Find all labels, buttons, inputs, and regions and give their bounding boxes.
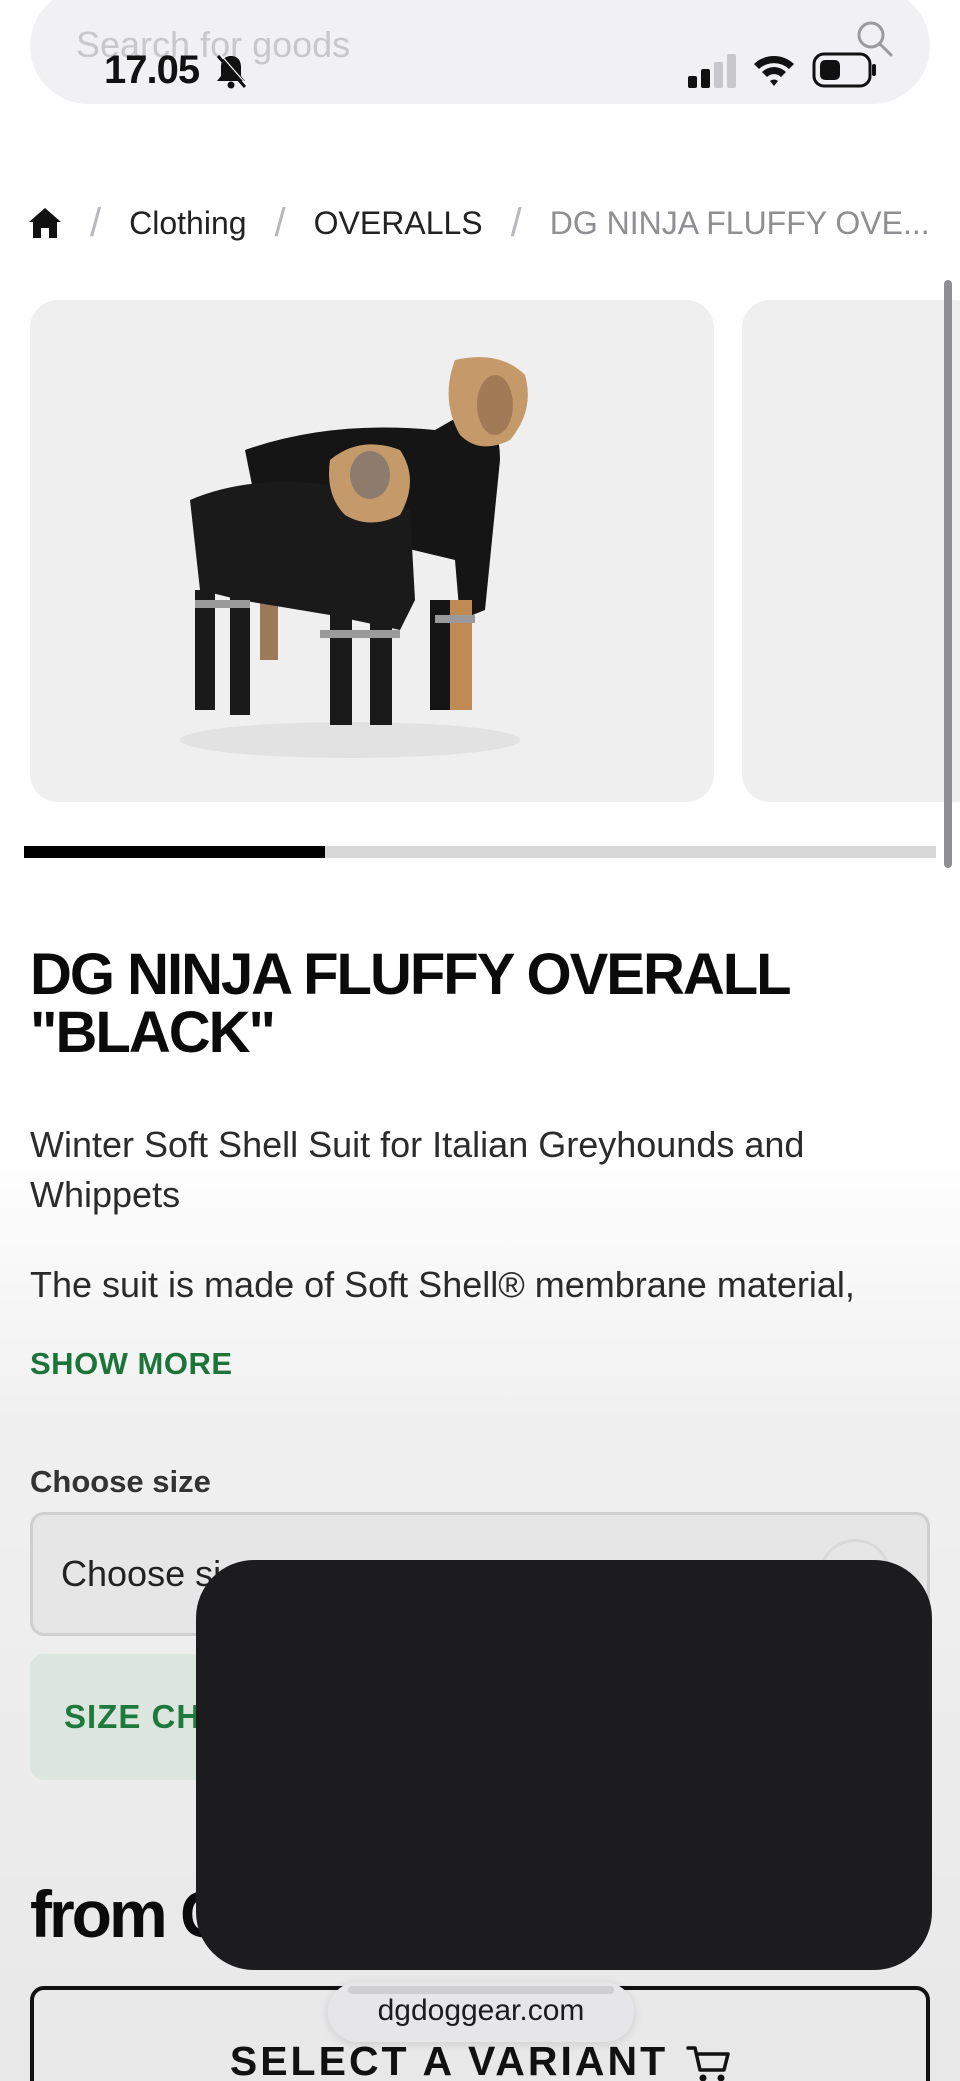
overlay-popup[interactable] xyxy=(196,1560,932,1970)
battery-icon xyxy=(812,52,876,88)
url-pill-handle xyxy=(348,1986,614,1994)
wifi-icon xyxy=(754,56,794,86)
show-more-link[interactable]: SHOW MORE xyxy=(30,1346,233,1382)
select-variant-label: SELECT A VARIANT xyxy=(34,2038,926,2081)
size-label: Choose size xyxy=(30,1464,211,1499)
product-title-line1: DG NINJA FLUFFY OVERALL xyxy=(30,942,792,1007)
breadcrumb-separator: / xyxy=(274,200,286,245)
breadcrumb: / Clothing / OVERALLS / DG NINJA FLUFFY … xyxy=(28,200,930,246)
cart-icon xyxy=(686,2046,730,2081)
product-image[interactable] xyxy=(30,300,714,802)
browser-url-text: dgdoggear.com xyxy=(377,1994,585,2027)
select-variant-text: SELECT A VARIANT xyxy=(229,2038,669,2081)
breadcrumb-current: DG NINJA FLUFFY OVE... xyxy=(549,204,930,241)
product-title: DG NINJA FLUFFY OVERALL "BLACK" xyxy=(30,946,910,1062)
product-image-next[interactable] xyxy=(742,300,960,802)
breadcrumb-separator: / xyxy=(90,200,102,245)
bell-slash-icon xyxy=(216,53,248,89)
product-title-line2: "BLACK" xyxy=(30,1000,276,1065)
breadcrumb-overalls[interactable]: OVERALLS xyxy=(314,205,483,242)
product-description: The suit is made of Soft Shell® membrane… xyxy=(30,1264,855,1305)
size-chart-label: SIZE CH xyxy=(64,1698,202,1735)
size-select-value: Choose si xyxy=(61,1553,222,1594)
dogs-in-overalls-image xyxy=(180,357,528,758)
status-time: 17.05 xyxy=(104,48,200,92)
product-subtitle: Winter Soft Shell Suit for Italian Greyh… xyxy=(30,1124,805,1215)
breadcrumb-separator: / xyxy=(510,200,522,245)
breadcrumb-clothing[interactable]: Clothing xyxy=(129,205,246,242)
browser-url-pill[interactable]: dgdoggear.com xyxy=(328,1982,634,2042)
cellular-signal-icon xyxy=(688,54,736,88)
page-scrollbar[interactable] xyxy=(944,280,952,868)
home-icon[interactable] xyxy=(28,206,62,240)
gallery-progress-bar xyxy=(24,846,936,858)
gallery-progress-fill xyxy=(24,846,325,858)
